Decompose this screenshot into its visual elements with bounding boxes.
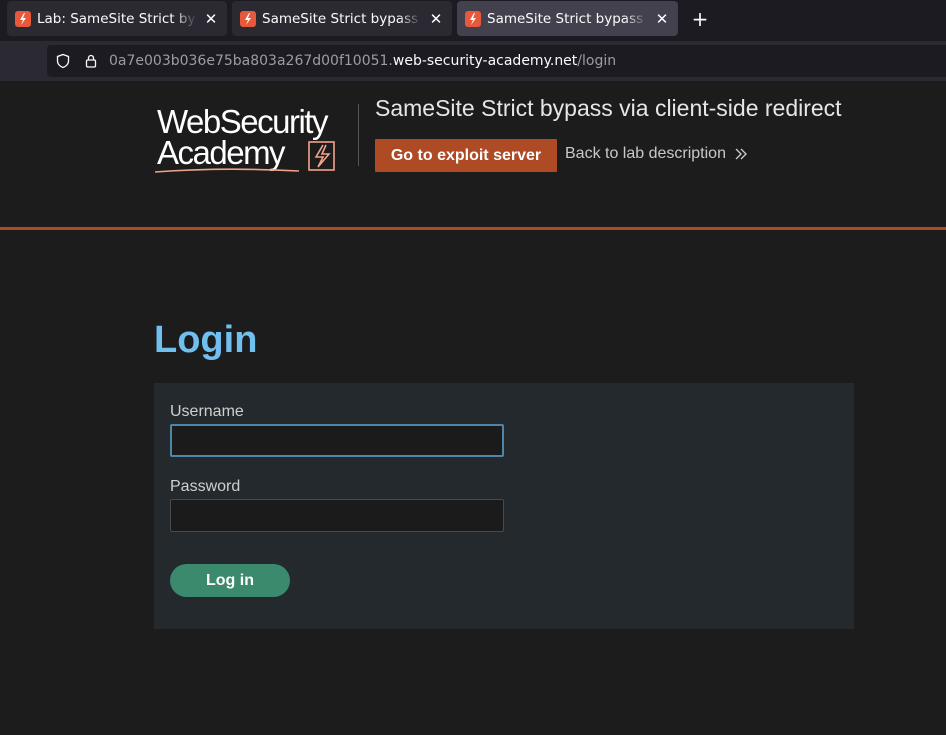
log-in-button[interactable]: Log in [170, 564, 290, 597]
close-tab-icon[interactable]: ✕ [654, 10, 670, 28]
logo-line2: Academy [157, 134, 286, 171]
tab-title: Lab: SameSite Strict bypass via client-s… [37, 10, 197, 27]
web-security-academy-logo[interactable]: WebSecurity Academy [153, 101, 359, 177]
shield-icon[interactable] [55, 53, 71, 69]
tab-title: SameSite Strict bypass via client-side r… [487, 10, 648, 27]
browser-nav-bar: 0a7e003b036e75ba803a267d00f10051.web-sec… [0, 41, 946, 81]
url-path: /login [577, 53, 617, 69]
password-input[interactable] [170, 499, 504, 532]
url-bar[interactable]: 0a7e003b036e75ba803a267d00f10051.web-sec… [47, 45, 946, 77]
browser-tab-bar: Lab: SameSite Strict bypass via client-s… [0, 0, 946, 41]
lock-icon[interactable] [83, 53, 99, 69]
login-form: Username Password Log in [154, 383, 854, 629]
lab-favicon-icon [15, 10, 31, 27]
lab-header: WebSecurity Academy SameSite Strict bypa… [0, 81, 946, 230]
go-to-exploit-server-button[interactable]: Go to exploit server [375, 139, 557, 172]
back-to-lab-description-link[interactable]: Back to lab description [565, 145, 748, 163]
browser-tab-3[interactable]: SameSite Strict bypass via client-side r… [457, 1, 678, 36]
url-domain: web-security-academy.net [392, 53, 578, 69]
lab-favicon-icon [465, 10, 481, 27]
username-label: Username [170, 403, 244, 420]
lab-title: SameSite Strict bypass via client-side r… [375, 95, 842, 121]
tab-title: SameSite Strict bypass via client-side r… [262, 10, 422, 27]
lab-favicon-icon [240, 10, 256, 27]
logo-divider [358, 104, 359, 166]
login-title: Login [154, 319, 258, 361]
password-label: Password [170, 478, 241, 495]
browser-tab-1[interactable]: Lab: SameSite Strict bypass via client-s… [7, 1, 227, 36]
browser-tab-2[interactable]: SameSite Strict bypass via client-side r… [232, 1, 452, 36]
new-tab-button[interactable]: + [689, 8, 711, 30]
url-prefix: 0a7e003b036e75ba803a267d00f10051. [109, 53, 393, 69]
page-content: WebSecurity Academy SameSite Strict bypa… [0, 81, 946, 735]
close-tab-icon[interactable]: ✕ [428, 10, 444, 28]
username-input[interactable] [170, 424, 504, 457]
double-chevron-right-icon [735, 148, 747, 160]
url-text[interactable]: 0a7e003b036e75ba803a267d00f10051.web-sec… [109, 53, 616, 69]
close-tab-icon[interactable]: ✕ [203, 10, 219, 28]
back-link-label: Back to lab description [565, 145, 726, 162]
